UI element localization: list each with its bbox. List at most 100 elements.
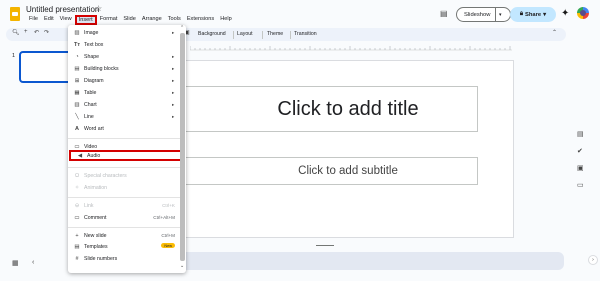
menu-item-word-art[interactable]: A Word art	[68, 123, 180, 134]
menu-item-label: Building blocks	[84, 65, 119, 72]
menu-item-new-slide[interactable]: + New slide Ctrl+M	[68, 230, 180, 241]
menu-item-shortcut: Ctrl+Alt+M	[153, 215, 175, 220]
building-blocks-icon: ▤	[74, 65, 80, 72]
diagram-icon: ⊞	[74, 77, 80, 84]
slides-logo-icon[interactable]	[10, 7, 20, 21]
menu-format[interactable]: Format	[97, 15, 121, 25]
chevron-up-icon[interactable]: ⌃	[552, 29, 557, 36]
chevron-left-icon[interactable]: ‹	[32, 259, 34, 266]
menu-item-shortcut: Ctrl+K	[162, 203, 175, 208]
document-title[interactable]: Untitled presentation	[26, 5, 99, 14]
menu-edit[interactable]: Edit	[41, 15, 57, 25]
menu-item-audio[interactable]: ◀︎ Audio	[69, 150, 182, 161]
word-art-icon: A	[75, 125, 79, 132]
contacts-icon[interactable]: ▣	[577, 164, 584, 172]
toolbar-divider	[233, 31, 234, 39]
chevron-right-icon: ▸	[172, 113, 175, 119]
undo-icon[interactable]: ↶	[34, 29, 39, 36]
chevron-right-icon: ▸	[172, 29, 175, 35]
menu-bar: File Edit View Insert Format Slide Arran…	[26, 15, 235, 25]
layout-button[interactable]: Layout	[237, 31, 253, 37]
slide-thumbnail[interactable]	[19, 51, 72, 83]
grid-view-icon[interactable]: ▦	[12, 259, 19, 267]
share-button[interactable]: 🔒︎ Share ▾	[510, 7, 556, 22]
avatar[interactable]	[577, 7, 589, 19]
theme-button[interactable]: Theme	[267, 31, 283, 37]
menu-help[interactable]: Help	[217, 15, 235, 25]
menu-view[interactable]: View	[57, 15, 75, 25]
menu-item-slide-numbers[interactable]: # Slide numbers	[68, 253, 180, 264]
title-placeholder-text: Click to add title	[277, 97, 419, 120]
menu-item-link[interactable]: ⊖ Link Ctrl+K	[68, 200, 180, 211]
comment-icon: ▭	[74, 214, 80, 221]
menu-slide[interactable]: Slide	[120, 15, 138, 25]
new-slide-icon[interactable]: +	[24, 29, 28, 35]
menu-item-shortcut: Ctrl+M	[161, 233, 175, 238]
image-icon: ▨	[74, 29, 80, 36]
animation-icon: ✧	[74, 184, 80, 191]
chevron-right-icon[interactable]: ›	[588, 255, 598, 265]
chevron-down-icon[interactable]: ▾	[543, 12, 546, 18]
menu-item-templates[interactable]: ▤ Templates New	[68, 241, 180, 252]
menu-item-line[interactable]: ╲ Line ▸	[68, 111, 180, 122]
menu-item-shape[interactable]: ◔ Shape ▸	[68, 51, 180, 62]
chevron-right-icon: ▸	[172, 101, 175, 107]
menu-item-comment[interactable]: ▭ Comment Ctrl+Alt+M	[68, 212, 180, 223]
chevron-down-icon[interactable]: ⌄	[180, 263, 184, 269]
star-icon[interactable]: ☆	[95, 4, 102, 13]
menu-item-label: Word art	[84, 125, 104, 132]
menu-extensions[interactable]: Extensions	[184, 15, 217, 25]
menu-item-building-blocks[interactable]: ▤ Building blocks ▸	[68, 63, 180, 74]
menu-item-diagram[interactable]: ⊞ Diagram ▸	[68, 75, 180, 86]
menu-scrollbar[interactable]	[180, 33, 185, 261]
line-icon: ╲	[75, 113, 79, 120]
chevron-down-icon[interactable]: ▾	[496, 12, 502, 18]
comment-history-icon[interactable]: ▤	[440, 9, 448, 18]
audio-icon: ◀︎	[77, 152, 83, 159]
menu-item-table[interactable]: ▦ Table ▸	[68, 87, 180, 98]
slideshow-label[interactable]: Slideshow	[457, 12, 495, 18]
transition-button[interactable]: Transition	[294, 31, 317, 37]
gemini-sparkle-icon[interactable]: ✦	[561, 8, 569, 19]
menu-item-special-characters[interactable]: Ω Special characters	[68, 170, 180, 181]
search-menus-icon[interactable]: 🔍︎	[12, 29, 20, 36]
redo-icon[interactable]: ↷	[44, 29, 49, 36]
folder-icon[interactable]: ▭	[577, 181, 584, 189]
slideshow-button[interactable]: Slideshow ▾	[456, 7, 511, 22]
speaker-notes-drag-handle[interactable]	[316, 245, 334, 246]
menu-item-image[interactable]: ▨ Image ▸	[68, 27, 180, 38]
menu-item-chart[interactable]: ▥ Chart ▸	[68, 99, 180, 110]
menu-divider	[68, 138, 180, 139]
slide-number: 1	[12, 53, 16, 59]
menu-arrange[interactable]: Arrange	[139, 15, 165, 25]
menu-file[interactable]: File	[26, 15, 41, 25]
menu-insert[interactable]: Insert	[74, 15, 97, 25]
menu-item-label: Link	[84, 202, 94, 209]
chevron-right-icon: ▸	[172, 53, 175, 59]
menu-item-label: Templates	[84, 243, 108, 250]
menu-item-animation[interactable]: ✧ Animation	[68, 182, 180, 193]
menu-tools[interactable]: Tools	[165, 15, 184, 25]
scroll-up-icon[interactable]: ⌃	[180, 25, 184, 31]
hash-icon: #	[75, 255, 79, 262]
subtitle-placeholder-text: Click to add subtitle	[298, 165, 398, 177]
keep-icon[interactable]: ▤	[577, 130, 584, 138]
new-badge: New	[161, 243, 175, 248]
menu-divider	[68, 227, 180, 228]
menu-item-label: Comment	[84, 214, 107, 221]
templates-icon: ▤	[74, 243, 80, 250]
menu-item-text-box[interactable]: Tт Text box	[68, 39, 180, 50]
horizontal-ruler[interactable]	[190, 43, 512, 51]
background-button[interactable]: Background	[198, 31, 226, 37]
chart-icon: ▥	[74, 101, 80, 108]
special-characters-icon: Ω	[74, 172, 80, 179]
link-icon: ⊖	[74, 202, 80, 209]
menu-item-label: Shape	[84, 53, 100, 60]
toolbar-divider	[290, 31, 291, 39]
title-placeholder[interactable]: Click to add title	[178, 86, 478, 132]
tasks-icon[interactable]: ✔	[577, 147, 583, 155]
lock-icon: 🔒︎	[519, 11, 524, 17]
menu-item-label: Chart	[84, 101, 97, 108]
subtitle-placeholder[interactable]: Click to add subtitle	[178, 157, 478, 185]
table-icon: ▦	[74, 89, 80, 96]
